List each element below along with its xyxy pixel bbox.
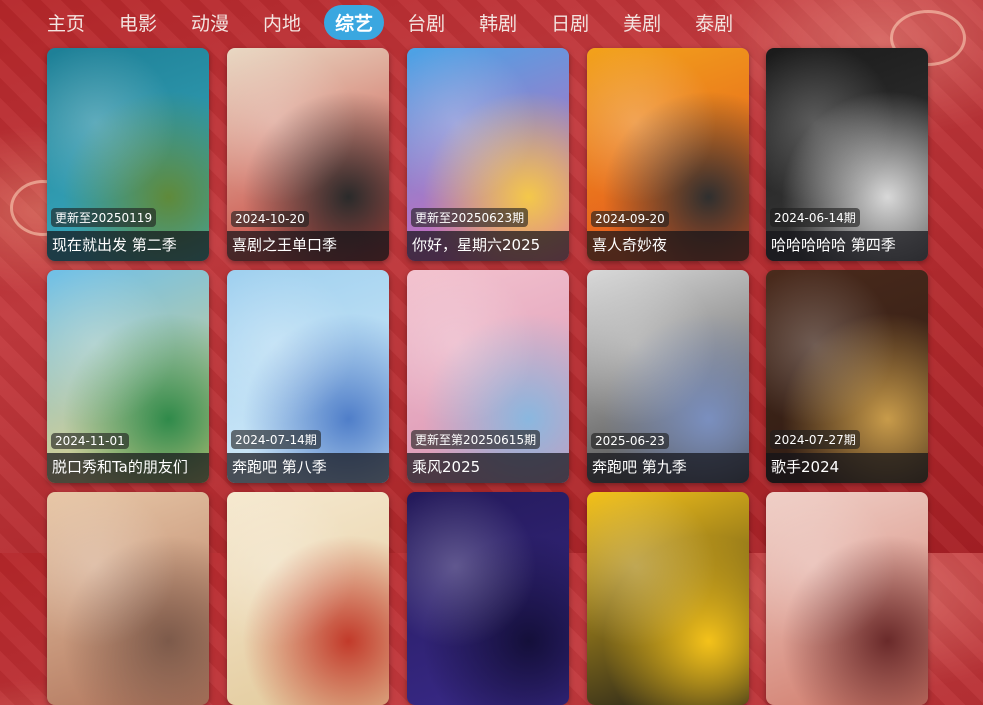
show-title: 奔跑吧 第九季 bbox=[592, 458, 687, 476]
show-card[interactable]: 2024-06-14期哈哈哈哈哈 第四季 bbox=[766, 48, 928, 261]
poster-image bbox=[47, 492, 209, 705]
show-title: 你好，星期六2025 bbox=[412, 236, 541, 254]
update-date-badge: 2024-06-14期 bbox=[770, 208, 860, 227]
update-date-badge: 2024-09-20 bbox=[591, 211, 669, 227]
show-title: 奔跑吧 第八季 bbox=[232, 458, 327, 476]
poster-image bbox=[766, 48, 928, 261]
update-date-badge: 更新至20250119 bbox=[51, 208, 157, 227]
show-card[interactable]: 更新至20250623期 你好，星期六2025 bbox=[407, 48, 569, 261]
tab-item[interactable]: 综艺 bbox=[324, 4, 385, 40]
tab-item[interactable]: 韩剧 bbox=[468, 5, 528, 40]
poster-image bbox=[587, 48, 749, 261]
poster-image bbox=[407, 270, 569, 483]
show-card[interactable]: 2024-10-20 喜剧之王单口季 bbox=[227, 48, 389, 261]
show-card[interactable] bbox=[227, 492, 389, 705]
show-card[interactable] bbox=[766, 492, 928, 705]
show-title: 歌手2024 bbox=[771, 458, 840, 476]
poster-image bbox=[227, 270, 389, 483]
update-date-badge: 2024-07-27期 bbox=[770, 430, 860, 449]
update-date-badge: 2024-07-14期 bbox=[231, 430, 321, 449]
show-title: 哈哈哈哈哈 第四季 bbox=[771, 236, 896, 254]
poster-image bbox=[47, 270, 209, 483]
tab-item[interactable]: 日剧 bbox=[540, 5, 600, 40]
poster-image bbox=[227, 48, 389, 261]
category-tab-bar: 主页 电影 动漫 内地 综艺 台剧 韩剧 日剧 美剧 泰剧 bbox=[36, 4, 756, 40]
show-title: 喜人奇妙夜 bbox=[592, 236, 668, 254]
poster-image bbox=[407, 492, 569, 705]
tab-item[interactable]: 台剧 bbox=[396, 5, 456, 40]
show-title: 脱口秀和Ta的朋友们 bbox=[52, 458, 188, 476]
show-title: 现在就出发 第二季 bbox=[52, 236, 177, 254]
show-card[interactable]: 2024-11-01 脱口秀和Ta的朋友们 bbox=[47, 270, 209, 483]
update-date-badge: 2025-06-23 bbox=[591, 433, 669, 449]
tab-item[interactable]: 美剧 bbox=[612, 5, 672, 40]
poster-image bbox=[227, 492, 389, 705]
show-card[interactable]: 更新至20250119 现在就出发 第二季 bbox=[47, 48, 209, 261]
show-card[interactable]: 2024-07-14期 奔跑吧 第八季 bbox=[227, 270, 389, 483]
update-date-badge: 更新至第20250615期 bbox=[411, 430, 541, 449]
poster-image bbox=[587, 492, 749, 705]
poster-image bbox=[587, 270, 749, 483]
poster-image bbox=[766, 270, 928, 483]
tab-item[interactable]: 主页 bbox=[36, 5, 96, 40]
show-card[interactable] bbox=[587, 492, 749, 705]
tab-item[interactable]: 泰剧 bbox=[684, 5, 744, 40]
update-date-badge: 2024-10-20 bbox=[231, 211, 309, 227]
tab-item[interactable]: 内地 bbox=[252, 5, 312, 40]
show-card[interactable]: 2024-09-20 喜人奇妙夜 bbox=[587, 48, 749, 261]
show-card[interactable] bbox=[407, 492, 569, 705]
show-card[interactable]: 2024-07-27期 歌手2024 bbox=[766, 270, 928, 483]
update-date-badge: 2024-11-01 bbox=[51, 433, 129, 449]
show-card[interactable]: 更新至第20250615期 乘风2025 bbox=[407, 270, 569, 483]
show-title: 喜剧之王单口季 bbox=[232, 236, 338, 254]
show-card[interactable]: 2025-06-23 奔跑吧 第九季 bbox=[587, 270, 749, 483]
poster-image bbox=[407, 48, 569, 261]
tab-item[interactable]: 动漫 bbox=[180, 5, 240, 40]
show-title: 乘风2025 bbox=[412, 458, 481, 476]
show-card[interactable] bbox=[47, 492, 209, 705]
update-date-badge: 更新至20250623期 bbox=[411, 208, 529, 227]
tab-item[interactable]: 电影 bbox=[108, 5, 168, 40]
poster-image bbox=[766, 492, 928, 705]
poster-image bbox=[47, 48, 209, 261]
